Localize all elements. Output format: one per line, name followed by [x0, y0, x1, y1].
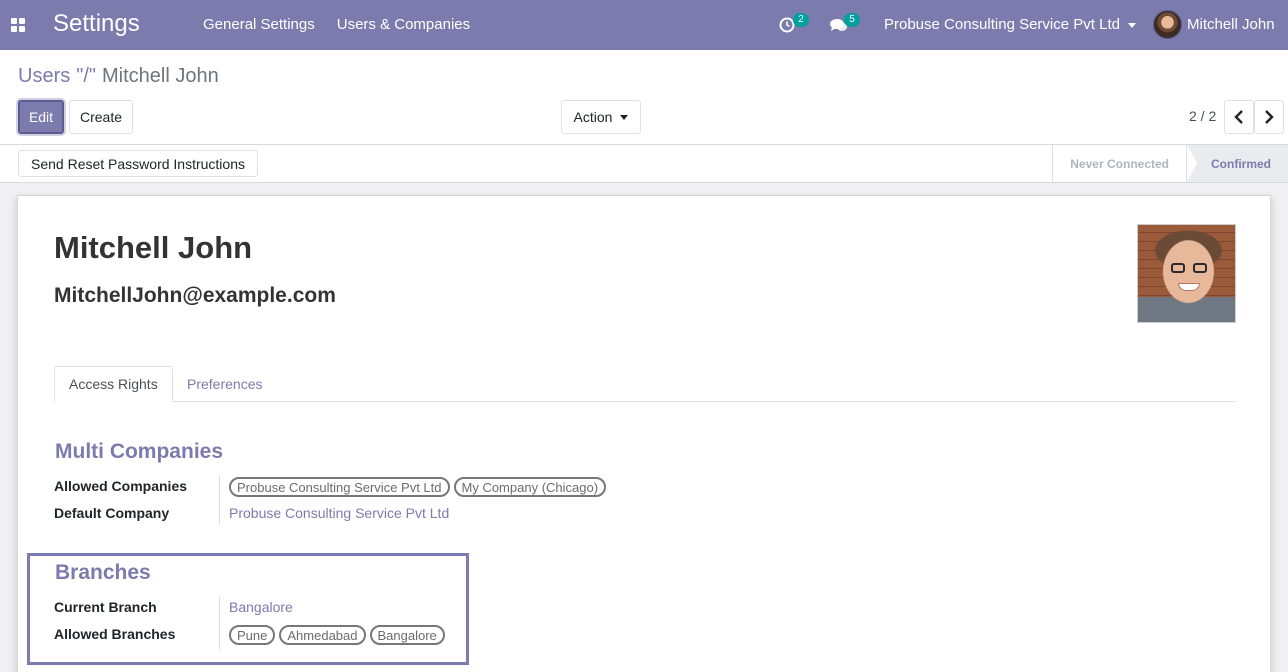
create-button[interactable]: Create	[69, 100, 133, 134]
menu-users-companies[interactable]: Users & Companies	[337, 16, 470, 33]
tab-preferences[interactable]: Preferences	[173, 366, 276, 402]
form-statusbar: Send Reset Password Instructions Never C…	[0, 145, 1288, 183]
status-step-never-connected: Never Connected	[1052, 145, 1186, 182]
messages-count-badge: 5	[844, 13, 860, 27]
company-tag: My Company (Chicago)	[453, 477, 607, 497]
pager-next-button[interactable]	[1254, 100, 1284, 134]
breadcrumb: Users "/" Mitchell John	[18, 65, 219, 88]
messages-systray[interactable]: 5	[830, 13, 862, 37]
breadcrumb-current: Mitchell John	[102, 65, 219, 87]
pager-value: 2 / 2	[1189, 108, 1217, 124]
activity-count-badge: 2	[793, 13, 809, 27]
allowed-companies-tags: Probuse Consulting Service Pvt Ltd My Co…	[229, 477, 607, 497]
action-dropdown[interactable]: Action	[561, 100, 641, 134]
status-steps: Never Connected Confirmed	[1052, 145, 1288, 182]
chevron-left-icon	[1234, 110, 1243, 124]
company-switcher[interactable]: Probuse Consulting Service Pvt Ltd	[884, 16, 1136, 33]
default-company-label: Default Company	[54, 505, 170, 521]
avatar	[1153, 10, 1182, 39]
glasses-shape	[1171, 263, 1207, 273]
branches-highlight-box	[27, 553, 469, 665]
user-menu[interactable]: Mitchell John	[1153, 10, 1275, 39]
chevron-down-icon	[1127, 22, 1136, 28]
apps-menu-icon[interactable]	[11, 18, 25, 32]
company-name: Probuse Consulting Service Pvt Ltd	[884, 16, 1120, 33]
user-login: MitchellJohn@example.com	[54, 284, 336, 307]
company-tag: Probuse Consulting Service Pvt Ltd	[229, 477, 450, 497]
user-menu-name: Mitchell John	[1187, 16, 1275, 33]
chevron-down-icon	[620, 114, 629, 120]
top-navbar: Settings General Settings Users & Compan…	[0, 0, 1288, 50]
breadcrumb-separator: "/"	[76, 65, 96, 87]
main-menu: General Settings Users & Companies	[203, 16, 470, 33]
tab-access-rights[interactable]: Access Rights	[54, 366, 173, 402]
control-panel: Users "/" Mitchell John Edit Create Action…	[0, 50, 1288, 145]
activity-systray[interactable]: 2	[779, 13, 809, 37]
breadcrumb-users-link[interactable]: Users	[18, 65, 70, 87]
action-label: Action	[573, 109, 613, 125]
edit-button[interactable]: Edit	[18, 100, 64, 134]
allowed-companies-label: Allowed Companies	[54, 478, 188, 494]
user-photo	[1137, 224, 1236, 323]
smile-shape	[1178, 283, 1200, 291]
multi-companies-title: Multi Companies	[55, 440, 224, 463]
default-company-link[interactable]: Probuse Consulting Service Pvt Ltd	[229, 505, 449, 521]
field-divider	[219, 475, 220, 525]
pager-previous-button[interactable]	[1224, 100, 1254, 134]
chevron-right-icon	[1265, 110, 1274, 124]
notebook-tabs: Access Rights Preferences	[54, 366, 1236, 402]
user-name: Mitchell John	[54, 230, 253, 265]
send-reset-password-button[interactable]: Send Reset Password Instructions	[18, 150, 258, 177]
app-title: Settings	[53, 10, 140, 37]
menu-general-settings[interactable]: General Settings	[203, 16, 315, 33]
status-step-confirmed: Confirmed	[1186, 145, 1288, 182]
